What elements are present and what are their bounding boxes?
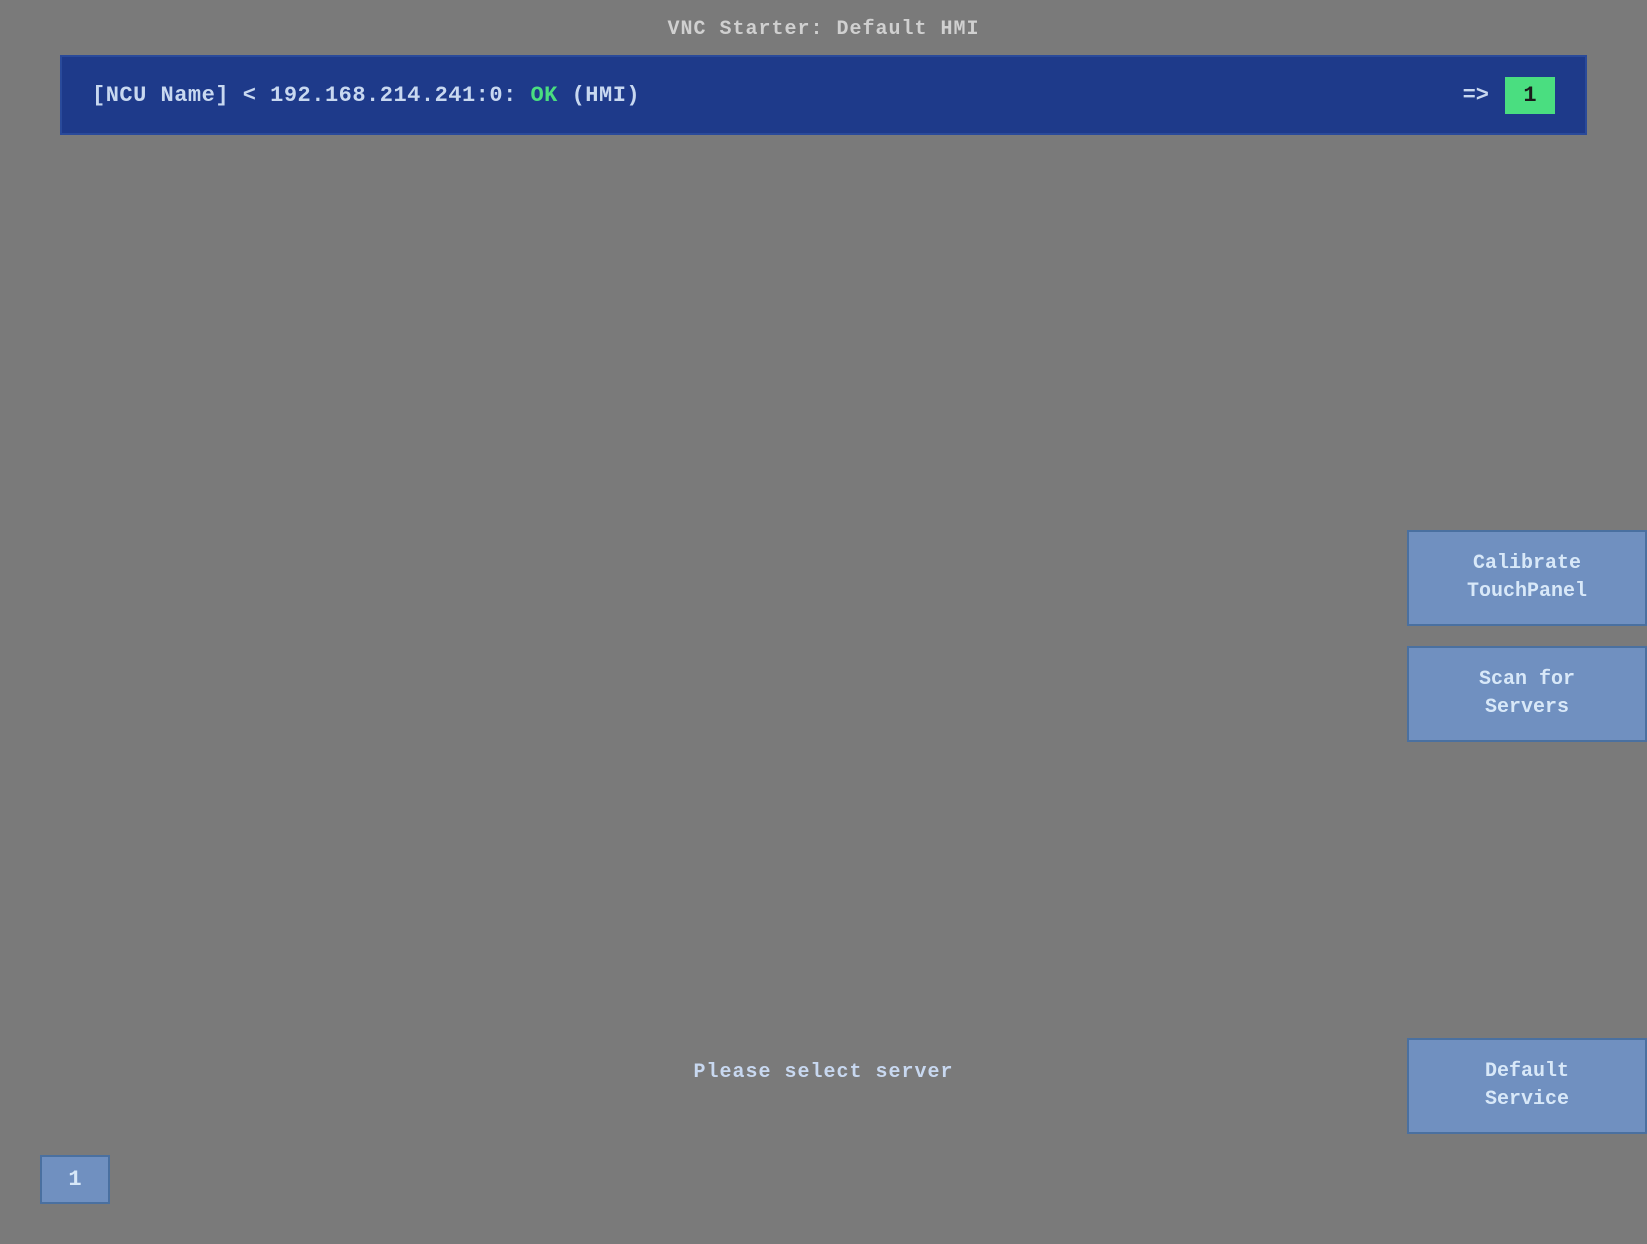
default-service-button[interactable]: Default Service xyxy=(1407,1038,1647,1134)
calibrate-touchpanel-button[interactable]: Calibrate TouchPanel xyxy=(1407,530,1647,626)
right-buttons-panel: Calibrate TouchPanel Scan for Servers xyxy=(1407,530,1647,742)
connection-badge: 1 xyxy=(1505,77,1555,114)
page-title: VNC Starter: Default HMI xyxy=(0,0,1647,55)
scan-for-servers-button[interactable]: Scan for Servers xyxy=(1407,646,1647,742)
connection-right: => 1 xyxy=(1463,77,1555,114)
connection-info: [NCU Name] < 192.168.214.241:0: OK (HMI) xyxy=(92,83,640,108)
bottom-left-badge: 1 xyxy=(40,1155,110,1204)
connection-bar: [NCU Name] < 192.168.214.241:0: OK (HMI)… xyxy=(60,55,1587,135)
status-text: Please select server xyxy=(693,1061,953,1084)
